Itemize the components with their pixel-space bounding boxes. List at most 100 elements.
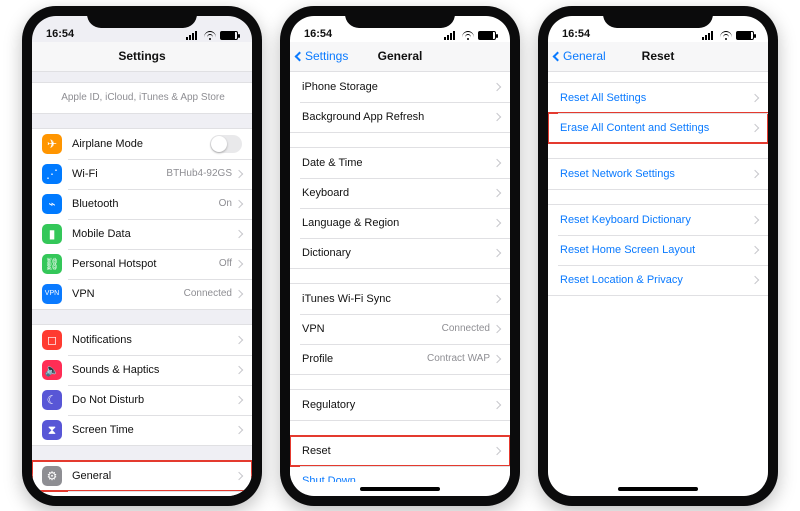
chevron-right-icon bbox=[751, 275, 759, 283]
row-regulatory[interactable]: Regulatory bbox=[290, 390, 510, 420]
airplane-mode-icon: ✈ bbox=[42, 134, 62, 154]
navbar: Settings bbox=[32, 42, 252, 72]
chevron-right-icon bbox=[235, 229, 243, 237]
row-vpn[interactable]: VPNVPNConnected bbox=[32, 279, 252, 309]
chevron-right-icon bbox=[751, 123, 759, 131]
wifi-icon bbox=[462, 31, 474, 40]
row-bluetooth[interactable]: ⌁BluetoothOn bbox=[32, 189, 252, 219]
back-label: Settings bbox=[305, 49, 348, 63]
group-account: Apple ID, iCloud, iTunes & App Store bbox=[32, 82, 252, 114]
chevron-right-icon bbox=[493, 82, 501, 90]
bluetooth-label: Bluetooth bbox=[72, 198, 219, 210]
general-icon: ⚙ bbox=[42, 466, 62, 486]
home-indicator[interactable] bbox=[548, 482, 768, 496]
chevron-right-icon bbox=[235, 395, 243, 403]
phone-2: 16:54 Settings General iPhone Storage Bac… bbox=[280, 6, 520, 506]
personal-hotspot-label: Personal Hotspot bbox=[72, 258, 219, 270]
group-reset-2: Reset Network Settings bbox=[548, 158, 768, 190]
row-keyboard[interactable]: Keyboard bbox=[290, 178, 510, 208]
row-dictionary[interactable]: Dictionary bbox=[290, 238, 510, 268]
row-shut-down[interactable]: Shut Down bbox=[290, 466, 510, 482]
status-bar: 16:54 bbox=[290, 16, 510, 42]
row-reset-network[interactable]: Reset Network Settings bbox=[548, 159, 768, 189]
navbar: General Reset bbox=[548, 42, 768, 72]
row-general[interactable]: ⚙ General bbox=[32, 461, 252, 491]
row-reset-all[interactable]: Reset All Settings bbox=[548, 83, 768, 113]
reset-network-label: Reset Network Settings bbox=[560, 168, 752, 180]
battery-icon bbox=[478, 31, 496, 40]
chevron-right-icon bbox=[235, 425, 243, 433]
regulatory-label: Regulatory bbox=[302, 399, 494, 411]
row-reset[interactable]: Reset bbox=[290, 436, 510, 466]
date-time-label: Date & Time bbox=[302, 157, 494, 169]
row-sounds-haptics[interactable]: 🔈 Sounds & Haptics bbox=[32, 355, 252, 385]
status-icons bbox=[702, 31, 754, 40]
status-time: 16:54 bbox=[46, 28, 74, 40]
airplane-mode-label: Airplane Mode bbox=[72, 138, 210, 150]
chevron-right-icon bbox=[751, 93, 759, 101]
row-iphone-storage[interactable]: iPhone Storage bbox=[290, 72, 510, 102]
general-label: General bbox=[72, 470, 236, 482]
row-control-centre[interactable]: ◉Control Centre bbox=[32, 491, 252, 496]
row-date-time[interactable]: Date & Time bbox=[290, 148, 510, 178]
vpn-general-detail: Connected bbox=[442, 323, 490, 334]
chevron-right-icon bbox=[235, 289, 243, 297]
row-wifi[interactable]: ⋰Wi-FiBTHub4-92GS bbox=[32, 159, 252, 189]
reset-home-label: Reset Home Screen Layout bbox=[560, 244, 752, 256]
sounds-haptics-label: Sounds & Haptics bbox=[72, 364, 236, 376]
group-storage: iPhone Storage Background App Refresh bbox=[290, 72, 510, 133]
chevron-right-icon bbox=[493, 158, 501, 166]
wifi-icon: ⋰ bbox=[42, 164, 62, 184]
row-language-region[interactable]: Language & Region bbox=[290, 208, 510, 238]
row-reset-keyboard[interactable]: Reset Keyboard Dictionary bbox=[548, 205, 768, 235]
language-region-label: Language & Region bbox=[302, 217, 494, 229]
row-airplane-mode[interactable]: ✈ Airplane Mode bbox=[32, 129, 252, 159]
group-connectivity: ✈ Airplane Mode ⋰Wi-FiBTHub4-92GS ⌁ Bluetoot… bbox=[32, 128, 252, 310]
status-bar: 16:54 bbox=[548, 16, 768, 42]
apple-id-row[interactable]: Apple ID, iCloud, iTunes & App Store bbox=[32, 83, 252, 113]
row-notifications[interactable]: ◻Notifications bbox=[32, 325, 252, 355]
row-vpn-general[interactable]: VPNConnected bbox=[290, 314, 510, 344]
row-erase-all[interactable]: Erase All Content and Settings bbox=[548, 113, 768, 143]
chevron-right-icon bbox=[751, 245, 759, 253]
content[interactable]: Reset All Settings Erase All Content and … bbox=[548, 72, 768, 482]
apple-id-label: Apple ID, iCloud, iTunes & App Store bbox=[61, 92, 225, 103]
group-alerts: ◻Notifications 🔈 Sounds & Haptics ☾Do Not D… bbox=[32, 324, 252, 446]
row-reset-home[interactable]: Reset Home Screen Layout bbox=[548, 235, 768, 265]
reset-all-label: Reset All Settings bbox=[560, 92, 752, 104]
chevron-right-icon bbox=[493, 354, 501, 362]
content[interactable]: iPhone Storage Background App Refresh Dat… bbox=[290, 72, 510, 482]
content[interactable]: Apple ID, iCloud, iTunes & App Store ✈ Ai… bbox=[32, 72, 252, 496]
row-personal-hotspot[interactable]: ⛓Personal HotspotOff bbox=[32, 249, 252, 279]
airplane-mode-toggle[interactable] bbox=[210, 135, 242, 153]
chevron-right-icon bbox=[751, 169, 759, 177]
sounds-haptics-icon: 🔈 bbox=[42, 360, 62, 380]
home-indicator[interactable] bbox=[290, 482, 510, 496]
back-label: General bbox=[563, 49, 606, 63]
row-reset-location[interactable]: Reset Location & Privacy bbox=[548, 265, 768, 295]
stage: 16:54 Settings Apple ID, iCloud, iTunes … bbox=[0, 0, 800, 511]
navbar: Settings General bbox=[290, 42, 510, 72]
row-screen-time[interactable]: ⧗Screen Time bbox=[32, 415, 252, 445]
itunes-wifi-label: iTunes Wi-Fi Sync bbox=[302, 293, 494, 305]
chevron-right-icon bbox=[235, 259, 243, 267]
status-time: 16:54 bbox=[562, 28, 590, 40]
phone-1: 16:54 Settings Apple ID, iCloud, iTunes … bbox=[22, 6, 262, 506]
bluetooth-icon: ⌁ bbox=[42, 194, 62, 214]
row-background-refresh[interactable]: Background App Refresh bbox=[290, 102, 510, 132]
row-itunes-wifi[interactable]: iTunes Wi-Fi Sync bbox=[290, 284, 510, 314]
background-refresh-label: Background App Refresh bbox=[302, 111, 494, 123]
mobile-data-icon: ▮ bbox=[42, 224, 62, 244]
chevron-right-icon bbox=[235, 365, 243, 373]
signal-icon bbox=[444, 31, 458, 40]
vpn-general-label: VPN bbox=[302, 323, 442, 335]
reset-label: Reset bbox=[302, 445, 494, 457]
back-button[interactable]: General bbox=[554, 42, 606, 71]
row-profile[interactable]: ProfileContract WAP bbox=[290, 344, 510, 374]
row-do-not-disturb[interactable]: ☾Do Not Disturb bbox=[32, 385, 252, 415]
profile-detail: Contract WAP bbox=[427, 353, 490, 364]
chevron-right-icon bbox=[235, 199, 243, 207]
back-button[interactable]: Settings bbox=[296, 42, 348, 71]
signal-icon bbox=[702, 31, 716, 40]
row-mobile-data[interactable]: ▮Mobile Data bbox=[32, 219, 252, 249]
